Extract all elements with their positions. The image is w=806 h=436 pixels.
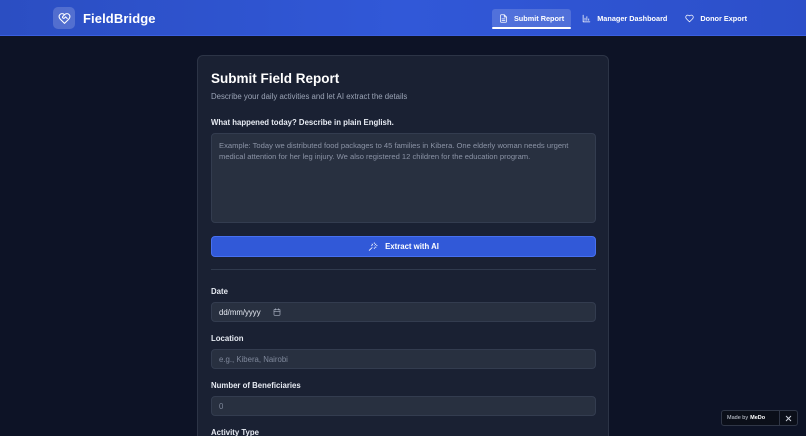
date-input[interactable]: dd/mm/yyyy (211, 302, 596, 322)
nav-label: Donor Export (700, 14, 747, 23)
beneficiaries-input[interactable]: 0 (211, 396, 596, 416)
nav-label: Manager Dashboard (597, 14, 668, 23)
sparkles-icon (368, 241, 378, 251)
badge-prefix: Made by (727, 415, 749, 421)
beneficiaries-label: Number of Beneficiaries (211, 381, 301, 390)
location-label: Location (211, 334, 244, 343)
heart-handshake-icon (53, 7, 75, 29)
heart-icon (685, 14, 694, 23)
date-label: Date (211, 287, 228, 296)
badge-brand: MeDo (750, 415, 766, 421)
date-value: dd/mm/yyyy (219, 307, 261, 317)
nav-submit-report[interactable]: Submit Report (491, 9, 572, 29)
nav-label: Submit Report (513, 14, 565, 23)
report-form-card: Submit Field Report Describe your daily … (197, 55, 609, 436)
description-textarea[interactable]: Example: Today we distributed food packa… (211, 133, 596, 223)
document-icon (500, 14, 507, 23)
made-by-badge[interactable]: Made by MeDo (721, 410, 798, 426)
description-label: What happened today? Describe in plain E… (211, 118, 394, 127)
badge-text: Made by MeDo (722, 415, 765, 421)
calendar-icon[interactable] (273, 308, 281, 316)
main-nav: Submit Report Manager Dashboard Donor Ex… (491, 9, 754, 29)
page-title: Submit Field Report (211, 71, 340, 86)
badge-divider (779, 411, 780, 425)
nav-manager-dashboard[interactable]: Manager Dashboard (575, 9, 674, 28)
top-navbar: FieldBridge Submit Report Manager Dashbo… (0, 0, 806, 36)
beneficiaries-value: 0 (219, 401, 224, 411)
extract-with-ai-button[interactable]: Extract with AI (211, 236, 596, 257)
bar-chart-icon (582, 14, 591, 23)
page-subtitle: Describe your daily activities and let A… (211, 92, 408, 101)
divider (211, 269, 596, 270)
app-name: FieldBridge (83, 10, 156, 26)
nav-donor-export[interactable]: Donor Export (678, 9, 754, 28)
close-icon[interactable] (784, 414, 793, 423)
brand[interactable]: FieldBridge (53, 7, 156, 29)
location-input[interactable]: e.g., Kibera, Nairobi (211, 349, 596, 369)
activity-type-label: Activity Type (211, 428, 259, 436)
description-placeholder: Example: Today we distributed food packa… (219, 141, 569, 161)
location-placeholder: e.g., Kibera, Nairobi (219, 354, 288, 364)
extract-button-label: Extract with AI (385, 242, 439, 251)
